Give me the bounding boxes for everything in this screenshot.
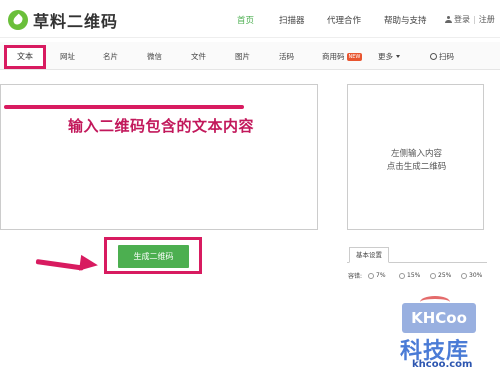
login-divider: |: [473, 15, 476, 24]
annotation-arrow: [35, 259, 84, 271]
error-correction-row: 容错: 7% 15% 25% 30%: [348, 271, 492, 280]
tab-commercial[interactable]: 商用码 NEW: [322, 51, 363, 62]
scan-label: 扫码: [439, 52, 454, 61]
error-correction-option[interactable]: 30%: [461, 272, 492, 279]
error-correction-option[interactable]: 25%: [430, 272, 461, 279]
login-link[interactable]: 登录: [454, 14, 470, 25]
option-label: 7%: [376, 272, 386, 279]
option-label: 30%: [469, 272, 483, 279]
watermark-url: khcoo.com: [412, 359, 473, 370]
nav-scanner[interactable]: 扫描器: [279, 14, 327, 26]
nav-home[interactable]: 首页: [237, 14, 279, 26]
tab-image[interactable]: 图片: [235, 51, 250, 62]
tab-live-code[interactable]: 活码: [279, 51, 294, 62]
preview-hint-line2: 点击生成二维码: [386, 162, 447, 172]
option-label: 15%: [407, 272, 421, 279]
preview-hint-line1: 左侧输入内容: [390, 149, 442, 159]
annotation-arrow-head: [78, 254, 100, 274]
tab-more[interactable]: 更多: [378, 51, 400, 62]
nav-help[interactable]: 帮助与支持: [384, 14, 453, 26]
page: 草料二维码 首页 扫描器 代理合作 帮助与支持 登录 | 注册 文本 网址 名片…: [0, 0, 500, 375]
radio-icon: [461, 272, 468, 279]
generate-qr-button[interactable]: 生成二维码: [118, 245, 189, 268]
nav-agency[interactable]: 代理合作: [327, 14, 384, 26]
top-nav: 草料二维码 首页 扫描器 代理合作 帮助与支持 登录 | 注册: [0, 0, 500, 38]
error-correction-label: 容错:: [348, 273, 363, 280]
logo[interactable]: 草料二维码: [8, 8, 118, 32]
annotation-underline: [4, 105, 244, 109]
tab-vcard[interactable]: 名片: [103, 51, 118, 62]
tab-more-label: 更多: [378, 52, 393, 61]
tab-commercial-label: 商用码: [322, 52, 345, 61]
option-label: 25%: [438, 272, 452, 279]
radio-icon: [368, 272, 375, 279]
error-correction-option[interactable]: 7%: [368, 272, 399, 279]
error-correction-option[interactable]: 15%: [399, 272, 430, 279]
scan-icon: [430, 53, 437, 60]
annotation-text: 输入二维码包含的文本内容: [68, 117, 255, 135]
radio-icon: [430, 272, 437, 279]
login-area: 登录 | 注册: [445, 14, 495, 25]
chevron-down-icon: [396, 55, 400, 58]
radio-icon: [399, 272, 406, 279]
basic-settings-tab[interactable]: 基本设置: [349, 247, 389, 263]
qr-preview-panel: 左侧输入内容 点击生成二维码: [347, 84, 484, 230]
new-badge: NEW: [346, 53, 363, 61]
type-tab-bar: 文本 网址 名片 微信 文件 图片 活码 商用码 NEW 更多 扫码: [0, 42, 500, 70]
tab-url[interactable]: 网址: [60, 51, 75, 62]
main-nav: 首页 扫描器 代理合作 帮助与支持: [237, 14, 453, 26]
logo-text: 草料二维码: [33, 12, 119, 31]
register-link[interactable]: 注册: [479, 14, 495, 25]
tab-text[interactable]: 文本: [4, 45, 46, 69]
watermark-logo: KHCoo: [402, 303, 476, 333]
user-icon: [445, 16, 452, 23]
scan-button[interactable]: 扫码: [430, 51, 454, 62]
tab-wechat[interactable]: 微信: [147, 51, 162, 62]
leaf-logo-icon: [8, 10, 28, 30]
tab-file[interactable]: 文件: [191, 51, 206, 62]
